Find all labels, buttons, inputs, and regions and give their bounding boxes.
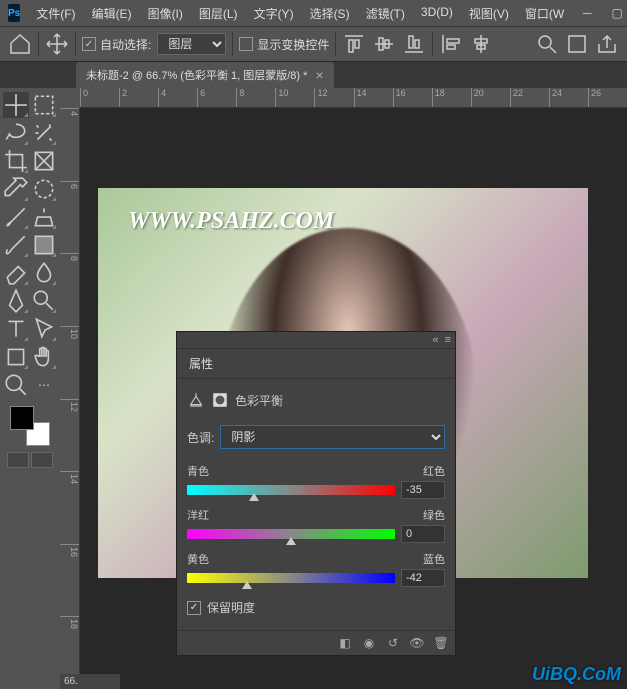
menu-select[interactable]: 选择(S) <box>302 1 358 26</box>
cyan-red-track[interactable] <box>187 485 395 495</box>
path-select-tool[interactable] <box>31 316 57 342</box>
type-tool[interactable] <box>3 316 29 342</box>
window-controls: ─ ▢ ✕ <box>572 0 627 26</box>
toggle-visibility-icon[interactable]: 👁 <box>409 635 425 651</box>
dodge-tool[interactable] <box>31 288 57 314</box>
quickmask-toggle[interactable] <box>7 452 29 468</box>
auto-select-checkbox[interactable]: 自动选择: <box>82 36 151 53</box>
magic-wand-tool[interactable] <box>31 120 57 146</box>
blur-tool[interactable] <box>31 260 57 286</box>
cyan-red-thumb[interactable] <box>249 493 259 501</box>
panel-collapse-icon[interactable]: « <box>432 334 438 346</box>
delete-adjustment-icon[interactable]: 🗑 <box>433 635 449 651</box>
yellow-blue-thumb[interactable] <box>242 581 252 589</box>
reset-icon[interactable]: ↺ <box>385 635 401 651</box>
eyedropper-tool[interactable] <box>3 176 29 202</box>
magenta-green-track[interactable] <box>187 529 395 539</box>
document-tabs: 未标题-2 @ 66.7% (色彩平衡 1, 图层蒙版/8) * × <box>0 62 627 88</box>
align-left-icon[interactable] <box>439 32 463 56</box>
menu-filter[interactable]: 滤镜(T) <box>358 1 413 26</box>
horizontal-ruler[interactable]: 02468101214161820222426 <box>80 88 627 108</box>
move-tool[interactable] <box>3 92 29 118</box>
document-tab[interactable]: 未标题-2 @ 66.7% (色彩平衡 1, 图层蒙版/8) * × <box>76 62 334 88</box>
align-hcenter-icon[interactable] <box>469 32 493 56</box>
panel-footer: ◧ ◉ ↺ 👁 🗑 <box>177 630 455 655</box>
align-vcenter-icon[interactable] <box>372 32 396 56</box>
align-top-icon[interactable] <box>342 32 366 56</box>
clone-stamp-tool[interactable] <box>31 204 57 230</box>
align-bottom-icon[interactable] <box>402 32 426 56</box>
arrange-icon[interactable] <box>565 32 589 56</box>
maximize-button[interactable]: ▢ <box>602 0 627 26</box>
menu-view[interactable]: 视图(V) <box>461 1 517 26</box>
menu-type[interactable]: 文字(Y) <box>246 1 302 26</box>
menu-layer[interactable]: 图层(L) <box>191 1 246 26</box>
eraser-tool[interactable] <box>3 260 29 286</box>
page-watermark: UiBQ.CoM <box>532 664 621 685</box>
magenta-green-thumb[interactable] <box>286 537 296 545</box>
hand-tool[interactable] <box>31 344 57 370</box>
menu-bar: 文件(F) 编辑(E) 图像(I) 图层(L) 文字(Y) 选择(S) 滤镜(T… <box>28 1 572 26</box>
magenta-green-value[interactable] <box>401 525 445 543</box>
preserve-luminosity-checkbox[interactable]: 保留明度 <box>187 599 445 616</box>
mask-icon[interactable] <box>211 391 229 409</box>
menu-image[interactable]: 图像(I) <box>140 1 191 26</box>
brush-tool[interactable] <box>3 204 29 230</box>
history-brush-tool[interactable] <box>3 232 29 258</box>
crop-tool[interactable] <box>3 148 29 174</box>
pen-tool[interactable] <box>3 288 29 314</box>
yellow-blue-track[interactable] <box>187 573 395 583</box>
toolbox: ⋯ <box>0 88 60 689</box>
menu-file[interactable]: 文件(F) <box>28 1 83 26</box>
move-tool-icon[interactable] <box>45 32 69 56</box>
menu-edit[interactable]: 编辑(E) <box>84 1 140 26</box>
adjustment-header: 色彩平衡 <box>187 387 445 419</box>
yellow-blue-value[interactable] <box>401 569 445 587</box>
gradient-tool[interactable] <box>31 232 57 258</box>
search-icon[interactable] <box>535 32 559 56</box>
titlebar: Ps 文件(F) 编辑(E) 图像(I) 图层(L) 文字(Y) 选择(S) 滤… <box>0 0 627 26</box>
tab-close-icon[interactable]: × <box>315 67 323 83</box>
tone-label: 色调: <box>187 429 214 446</box>
properties-panel: « ≡ 属性 色彩平衡 色调: 阴影 青色红色 洋红绿色 <box>176 331 456 656</box>
yellow-blue-slider: 黄色蓝色 <box>187 551 445 587</box>
image-watermark: WWW.PSAHZ.COM <box>128 208 334 235</box>
minimize-button[interactable]: ─ <box>572 0 602 26</box>
share-icon[interactable] <box>595 32 619 56</box>
edit-toolbar[interactable]: ⋯ <box>31 372 57 398</box>
auto-select-target-dropdown[interactable]: 图层 <box>157 33 226 55</box>
menu-window[interactable]: 窗口(W <box>517 1 572 26</box>
options-bar: 自动选择: 图层 显示变换控件 <box>0 26 627 62</box>
clip-to-layer-icon[interactable]: ◧ <box>337 635 353 651</box>
app-logo: Ps <box>8 4 20 22</box>
panel-menu-icon[interactable]: ≡ <box>445 334 451 346</box>
zoom-tool[interactable] <box>3 372 29 398</box>
properties-tab[interactable]: 属性 <box>177 349 225 378</box>
frame-tool[interactable] <box>31 148 57 174</box>
screen-mode-buttons <box>7 452 53 468</box>
vertical-ruler[interactable]: 4681012141618 <box>60 108 80 689</box>
patch-tool[interactable] <box>31 176 57 202</box>
cyan-red-slider: 青色红色 <box>187 463 445 499</box>
home-icon[interactable] <box>8 32 32 56</box>
magenta-green-slider: 洋红绿色 <box>187 507 445 543</box>
zoom-field[interactable]: 66. <box>60 674 120 689</box>
view-previous-icon[interactable]: ◉ <box>361 635 377 651</box>
rect-marquee-tool[interactable] <box>31 92 57 118</box>
foreground-color[interactable] <box>10 406 34 430</box>
adjustment-title: 色彩平衡 <box>235 392 283 409</box>
lasso-tool[interactable] <box>3 120 29 146</box>
color-balance-icon <box>187 391 205 409</box>
ruler-origin[interactable] <box>60 88 80 108</box>
tone-dropdown[interactable]: 阴影 <box>220 425 445 449</box>
screen-mode-toggle[interactable] <box>31 452 53 468</box>
document-tab-title: 未标题-2 @ 66.7% (色彩平衡 1, 图层蒙版/8) * <box>86 67 307 83</box>
cyan-red-value[interactable] <box>401 481 445 499</box>
color-swatches[interactable] <box>10 406 50 446</box>
shape-tool[interactable] <box>3 344 29 370</box>
show-transform-checkbox[interactable]: 显示变换控件 <box>239 36 329 53</box>
menu-3d[interactable]: 3D(D) <box>413 1 461 26</box>
